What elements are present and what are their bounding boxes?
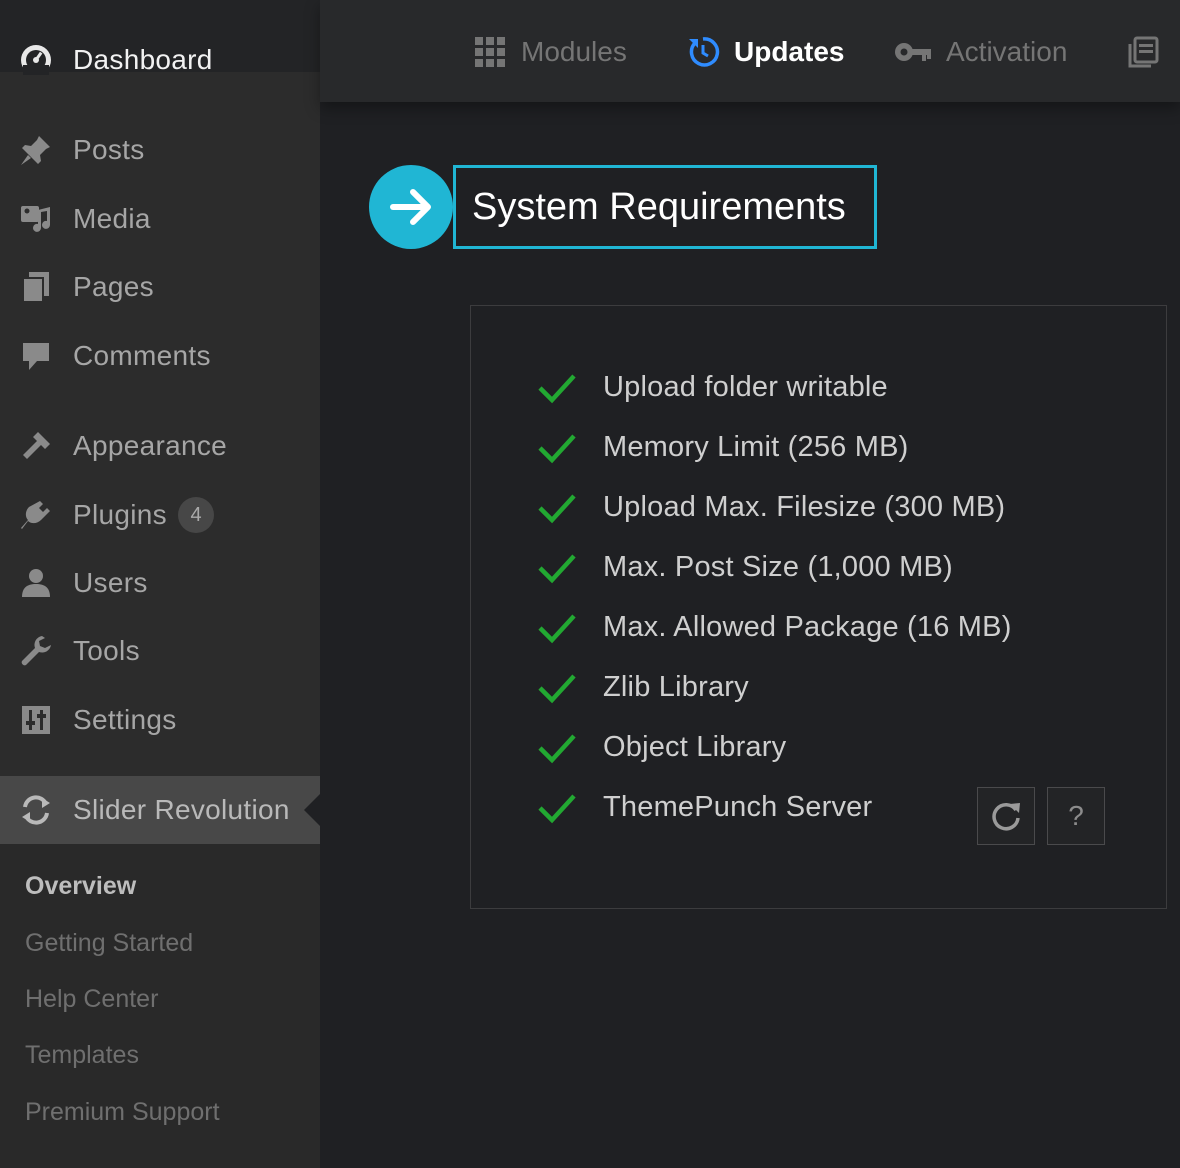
requirement-label: Upload folder writable (603, 370, 888, 403)
recheck-button[interactable] (977, 787, 1035, 845)
requirement-label: Upload Max. Filesize (300 MB) (603, 490, 1006, 523)
sidebar-label-pages: Pages (73, 271, 154, 302)
plugins-count-badge: 4 (178, 497, 214, 533)
check-icon (538, 554, 576, 584)
sidebar-item-media[interactable]: Media (0, 194, 320, 244)
update-icon (686, 35, 720, 69)
sidebar-label-dashboard: Dashboard (73, 44, 213, 75)
system-requirements-panel: Upload folder writable Memory Limit (256… (470, 305, 1167, 909)
requirement-label: ThemePunch Server (603, 790, 873, 823)
dashboard-icon (18, 42, 54, 78)
tab-updates-label: Updates (734, 36, 845, 67)
user-icon (18, 565, 54, 601)
media-icon (18, 201, 54, 237)
arrow-right-icon (369, 165, 453, 249)
sidebar-item-posts[interactable]: Posts (0, 125, 320, 175)
submenu-getting-started[interactable]: Getting Started (25, 929, 193, 958)
key-icon (894, 35, 932, 69)
check-icon (538, 674, 576, 704)
brush-icon (18, 428, 54, 464)
pages-icon (18, 269, 54, 305)
section-title-text: System Requirements (472, 185, 846, 228)
sidebar-label-slider-revolution: Slider Revolution (73, 794, 290, 825)
submenu-templates[interactable]: Templates (25, 1041, 139, 1070)
sidebar-label-appearance: Appearance (73, 430, 228, 461)
requirement-label: Memory Limit (256 MB) (603, 430, 909, 463)
requirement-label: Zlib Library (603, 670, 749, 703)
tab-activation[interactable]: Activation (894, 30, 1067, 74)
sidebar-label-posts: Posts (73, 134, 145, 165)
tab-updates[interactable]: Updates (686, 30, 844, 74)
top-navigation: Modules Updates Activation (320, 0, 1180, 102)
sidebar-item-dashboard[interactable]: Dashboard (0, 35, 320, 85)
wrench-icon (18, 633, 54, 669)
grid-icon (473, 35, 507, 69)
check-icon (538, 494, 576, 524)
sidebar-item-slider-revolution[interactable]: Slider Revolution (0, 776, 320, 844)
sidebar-label-comments: Comments (73, 340, 211, 371)
admin-sidebar: Dashboard Posts Media Pages Comments App… (0, 0, 320, 1168)
sidebar-item-settings[interactable]: Settings (0, 695, 320, 745)
active-menu-pointer (304, 794, 320, 826)
help-button[interactable]: ? (1047, 787, 1105, 845)
check-icon (538, 434, 576, 464)
tab-modules[interactable]: Modules (473, 30, 627, 74)
sidebar-item-comments[interactable]: Comments (0, 331, 320, 381)
requirement-label: Object Library (603, 730, 787, 763)
sidebar-item-users[interactable]: Users (0, 558, 320, 608)
check-icon (538, 374, 576, 404)
comment-icon (18, 338, 54, 374)
plugin-icon (18, 497, 54, 533)
pin-icon (18, 132, 54, 168)
check-icon (538, 614, 576, 644)
sidebar-label-users: Users (73, 567, 148, 598)
submenu-overview[interactable]: Overview (25, 872, 136, 901)
sidebar-label-media: Media (73, 203, 151, 234)
requirement-label: Max. Post Size (1,000 MB) (603, 550, 953, 583)
tab-docs[interactable] (1126, 30, 1174, 74)
sliders-icon (18, 702, 54, 738)
sidebar-item-tools[interactable]: Tools (0, 626, 320, 676)
sidebar-item-appearance[interactable]: Appearance (0, 421, 320, 471)
tab-modules-label: Modules (521, 36, 627, 67)
docs-icon (1126, 35, 1160, 69)
sidebar-label-tools: Tools (73, 635, 140, 666)
section-title: System Requirements (453, 165, 877, 249)
submenu-premium-support[interactable]: Premium Support (25, 1098, 220, 1127)
refresh-icon (992, 802, 1020, 831)
sidebar-label-settings: Settings (73, 704, 177, 735)
help-button-label: ? (1068, 800, 1084, 831)
refresh-circle-icon (18, 792, 54, 828)
slider-revolution-submenu: Overview Getting Started Help Center Tem… (0, 844, 320, 1168)
requirement-label: Max. Allowed Package (16 MB) (603, 610, 1012, 643)
sidebar-label-plugins: Plugins (73, 499, 167, 530)
sidebar-item-pages[interactable]: Pages (0, 262, 320, 312)
submenu-help-center[interactable]: Help Center (25, 985, 158, 1014)
sidebar-item-plugins[interactable]: Plugins 4 (0, 490, 320, 540)
check-icon (538, 734, 576, 764)
check-icon (538, 794, 576, 824)
tab-activation-label: Activation (946, 36, 1068, 67)
